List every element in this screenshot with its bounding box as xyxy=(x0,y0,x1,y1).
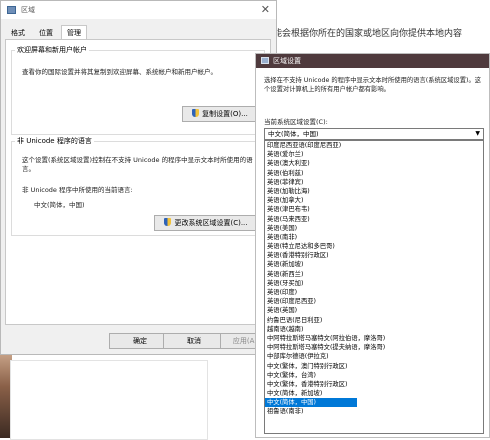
change-system-locale-button[interactable]: 更改系统区域设置(C)... xyxy=(154,215,258,231)
cancel-button[interactable]: 取消 xyxy=(163,333,225,349)
locale-option[interactable]: 英语(加拿大) xyxy=(265,196,483,205)
locale-option[interactable]: 英语(印度尼西亚) xyxy=(265,297,483,306)
locale-option[interactable]: 英语(新西兰) xyxy=(265,270,483,279)
locale-option[interactable]: 英语(南非) xyxy=(265,233,483,242)
unicode-group-text: 这个设置(系统区域设置)控制在不支持 Unicode 的程序中显示文本时所使用的… xyxy=(22,156,253,173)
system-locale-select[interactable]: 中文(简体，中国) ▼ xyxy=(264,128,484,140)
background-window xyxy=(10,360,208,440)
current-language-label: 非 Unicode 程序中所使用的当前语言: xyxy=(22,186,133,194)
locale-option[interactable]: 英语(马来西亚) xyxy=(265,215,483,224)
locale-dropdown-list[interactable]: 印度尼西亚语(印度尼西亚) 英语(爱尔兰) 英语(澳大利亚) 英语(伯利兹) 英语(菲律… xyxy=(264,140,484,434)
unicode-group: 非 Unicode 程序的语言 这个设置(系统区域设置)控制在不支持 Unico… xyxy=(11,136,265,236)
locale-dialog: 区域设置 选择在不支持 Unicode 的程序中显示文本时所使用的语言(系统区域… xyxy=(255,53,490,438)
region-titlebar: 区域 ✕ xyxy=(1,1,276,19)
locale-option[interactable]: 中文(繁体，台湾) xyxy=(265,371,483,380)
locale-description: 选择在不支持 Unicode 的程序中显示文本时所使用的语言(系统区域设置)。这… xyxy=(264,77,482,93)
welcome-group: 欢迎屏幕和新用户帐户 查看你的国际设置并将其复制到欢迎屏幕、系统帐户和新用户帐户… xyxy=(11,45,265,135)
welcome-group-text: 查看你的国际设置并将其复制到欢迎屏幕、系统帐户和新用户帐户。 xyxy=(22,68,217,76)
locale-title: 区域设置 xyxy=(273,57,301,65)
locale-option[interactable]: 英语(加勒比海) xyxy=(265,187,483,196)
locale-option[interactable]: 英语(菲律宾) xyxy=(265,178,483,187)
locale-option[interactable]: 中文(繁体，香港特别行政区) xyxy=(265,380,483,389)
shield-icon xyxy=(164,218,172,226)
locale-option[interactable]: 英语(香港特别行政区) xyxy=(265,251,483,260)
locale-option[interactable]: 英语(美国) xyxy=(265,224,483,233)
welcome-group-title: 欢迎屏幕和新用户帐户 xyxy=(15,45,89,55)
region-dialog: 区域 ✕ 格式 位置 管理 欢迎屏幕和新用户帐户 查看你的国际设置并将其复制到欢… xyxy=(0,0,277,355)
locale-option[interactable]: 英语(爱尔兰) xyxy=(265,150,483,159)
locale-option[interactable]: 英语(新加坡) xyxy=(265,260,483,269)
locale-titlebar: 区域设置 xyxy=(256,54,489,68)
locale-option[interactable]: 中文(繁体，澳门特别行政区) xyxy=(265,362,483,371)
shield-icon xyxy=(192,109,200,117)
system-locale-value: 中文(简体，中国) xyxy=(268,130,319,138)
locale-option[interactable]: 英语(澳大利亚) xyxy=(265,159,483,168)
locale-option[interactable]: 中部库尔德语(伊拉克) xyxy=(265,352,483,361)
region-title: 区域 xyxy=(21,6,35,14)
copy-settings-button[interactable]: 复制设置(O)... xyxy=(182,106,258,122)
locale-option[interactable]: 英语(津巴布韦) xyxy=(265,205,483,214)
region-app-icon xyxy=(7,6,16,14)
copy-settings-label: 复制设置(O)... xyxy=(202,110,248,118)
chevron-down-icon: ▼ xyxy=(475,130,480,137)
locale-option[interactable]: 中阿特拉斯塔马塞特文(阿拉伯语，摩洛哥) xyxy=(265,334,483,343)
locale-option[interactable]: 中文(简体，新加坡) xyxy=(265,389,483,398)
locale-option[interactable]: 越南语(越南) xyxy=(265,325,483,334)
locale-option[interactable]: 英语(英国) xyxy=(265,306,483,315)
locale-option[interactable]: 印度尼西亚语(印度尼西亚) xyxy=(265,141,483,150)
current-locale-label: 当前系统区域设置(C): xyxy=(264,118,328,126)
locale-option[interactable]: 英语(伯利兹) xyxy=(265,169,483,178)
administrative-panel: 欢迎屏幕和新用户帐户 查看你的国际设置并将其复制到欢迎屏幕、系统帐户和新用户帐户… xyxy=(5,39,271,325)
locale-option[interactable]: 英语(印度) xyxy=(265,288,483,297)
locale-option[interactable]: 中文(简体，中国) xyxy=(265,398,357,408)
ok-button[interactable]: 确定 xyxy=(109,333,171,349)
locale-option[interactable]: 中阿特拉斯塔马塞特文(提夫纳语，摩洛哥) xyxy=(265,343,483,352)
background-text: 用可能会根据你所在的国家或地区向你提供本地内容 xyxy=(255,29,463,39)
locale-option[interactable]: 约鲁巴语(尼日利亚) xyxy=(265,316,483,325)
locale-option[interactable]: 祖鲁语(南非) xyxy=(265,407,483,416)
close-icon[interactable]: ✕ xyxy=(261,3,270,16)
change-system-locale-label: 更改系统区域设置(C)... xyxy=(174,219,248,227)
region-tabs: 格式 位置 管理 xyxy=(5,25,89,41)
locale-app-icon xyxy=(261,57,269,64)
locale-option[interactable]: 英语(牙买加) xyxy=(265,279,483,288)
locale-option[interactable]: 英语(特立尼达和多巴哥) xyxy=(265,242,483,251)
unicode-group-title: 非 Unicode 程序的语言 xyxy=(15,136,94,146)
current-language-value: 中文(简体，中国) xyxy=(34,201,85,209)
